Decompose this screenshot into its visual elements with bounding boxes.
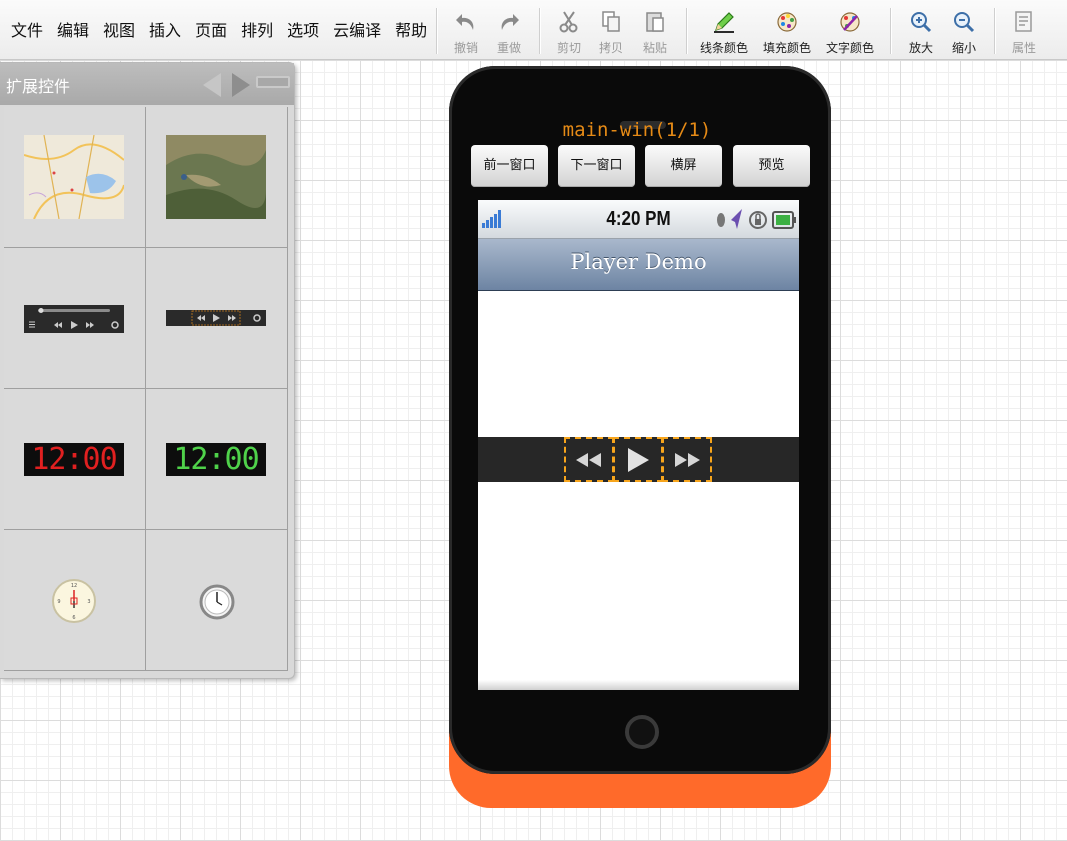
toolbar-separator <box>994 8 995 54</box>
fast-forward-icon <box>675 452 700 467</box>
toolbar-separator <box>686 8 687 54</box>
screen-bottom-edge <box>478 680 799 690</box>
zoom-out-button[interactable]: 缩小 <box>937 8 991 58</box>
satellite-map-control-tile[interactable] <box>146 107 288 248</box>
analog-clock-tile[interactable]: 12 3 6 9 <box>4 530 146 671</box>
text-color-icon <box>840 12 860 32</box>
properties-label: 属性 <box>1011 41 1036 55</box>
properties-button[interactable]: 属性 <box>997 8 1051 58</box>
menu-help[interactable]: 帮助 <box>388 20 434 42</box>
pencil-icon <box>714 12 734 33</box>
status-bar: 4:20 PM <box>478 200 799 239</box>
play-icon <box>628 447 649 472</box>
player-control <box>478 437 799 482</box>
menu-cloud-compile[interactable]: 云编译 <box>326 20 388 42</box>
rewind-icon <box>576 452 601 467</box>
svg-text:9: 9 <box>57 599 60 605</box>
menu-file[interactable]: 文件 <box>4 20 50 42</box>
zoom-in-icon <box>911 12 932 33</box>
undo-icon <box>456 14 474 30</box>
menu-page[interactable]: 页面 <box>188 20 234 42</box>
nav-title: Player Demo <box>570 250 707 274</box>
toolbar-separator <box>539 8 540 54</box>
digital-clock-red: 12:00 <box>24 443 124 476</box>
properties-icon <box>1015 11 1032 32</box>
digital-clock-green-tile[interactable]: 12:00 <box>146 389 288 530</box>
home-button[interactable] <box>625 715 659 749</box>
menu-edit[interactable]: 编辑 <box>50 20 96 42</box>
digital-clock-green: 12:00 <box>166 443 266 476</box>
palette-icon <box>777 12 797 32</box>
play-button[interactable] <box>613 437 663 482</box>
fill-color-button[interactable]: 填充颜色 <box>760 8 814 58</box>
panel-title: 扩展控件 <box>6 77 71 96</box>
preview-button[interactable]: 预览 <box>733 145 810 187</box>
scissors-icon <box>559 11 578 33</box>
street-map-thumbnail <box>24 135 124 219</box>
zoom-out-icon <box>954 12 975 33</box>
paste-icon <box>646 12 664 32</box>
redo-icon <box>501 14 519 30</box>
satellite-map-thumbnail <box>166 135 266 219</box>
prev-window-button[interactable]: 前一窗口 <box>471 145 548 187</box>
full-player-control-tile[interactable] <box>4 248 146 389</box>
line-color-label: 线条颜色 <box>699 41 748 55</box>
toolbar-separator <box>890 8 891 54</box>
extension-controls-panel: 扩展控件 12:00 12:00 12 3 6 9 <box>0 62 295 679</box>
next-arrow-icon[interactable] <box>230 71 252 99</box>
copy-icon <box>602 11 620 32</box>
status-icons <box>717 209 796 229</box>
fast-forward-button[interactable] <box>662 437 712 482</box>
menu-arrange[interactable]: 排列 <box>234 20 280 42</box>
svg-text:3: 3 <box>87 599 90 605</box>
minimize-button[interactable] <box>256 76 290 88</box>
menu-options[interactable]: 选项 <box>280 20 326 42</box>
window-title: main-win(1/1) <box>562 119 712 141</box>
toolbar-separator <box>436 8 437 54</box>
line-color-button[interactable]: 线条颜色 <box>697 8 751 58</box>
analog-clock-icon: 12 3 6 9 <box>52 579 96 623</box>
paste-button[interactable]: 粘贴 <box>628 8 682 58</box>
redo-label: 重做 <box>496 41 521 55</box>
navigation-bar: Player Demo <box>478 239 799 291</box>
map-control-tile[interactable] <box>4 107 146 248</box>
fill-color-label: 填充颜色 <box>762 41 811 55</box>
zoom-out-label: 缩小 <box>951 41 976 55</box>
toolbar: 文件 编辑 视图 插入 页面 排列 选项 云编译 帮助 撤销 重做 剪切 拷贝 … <box>0 0 1067 60</box>
panel-header: 扩展控件 <box>0 63 294 105</box>
menu-insert[interactable]: 插入 <box>142 20 188 42</box>
svg-text:12: 12 <box>71 583 77 589</box>
rewind-button[interactable] <box>564 437 614 482</box>
landscape-button[interactable]: 横屏 <box>645 145 722 187</box>
text-color-button[interactable]: 文字颜色 <box>823 8 877 58</box>
text-color-label: 文字颜色 <box>825 41 874 55</box>
redo-button[interactable]: 重做 <box>482 8 536 58</box>
menu-bar: 文件 编辑 视图 插入 页面 排列 选项 云编译 帮助 <box>4 20 434 42</box>
compact-player-thumbnail <box>166 310 266 326</box>
phone-screen: 4:20 PM Player Demo <box>478 200 799 690</box>
menu-view[interactable]: 视图 <box>96 20 142 42</box>
previous-arrow-icon[interactable] <box>201 71 223 99</box>
controls-grid: 12:00 12:00 12 3 6 9 <box>4 107 290 674</box>
compact-player-control-tile[interactable] <box>146 248 288 389</box>
digital-clock-red-tile[interactable]: 12:00 <box>4 389 146 530</box>
next-window-button[interactable]: 下一窗口 <box>558 145 635 187</box>
round-clock-icon <box>199 584 235 620</box>
svg-text:6: 6 <box>72 615 75 621</box>
full-player-thumbnail <box>24 305 124 333</box>
stopwatch-clock-tile[interactable] <box>146 530 288 671</box>
paste-label: 粘贴 <box>642 41 667 55</box>
signal-strength-icon <box>482 210 501 228</box>
